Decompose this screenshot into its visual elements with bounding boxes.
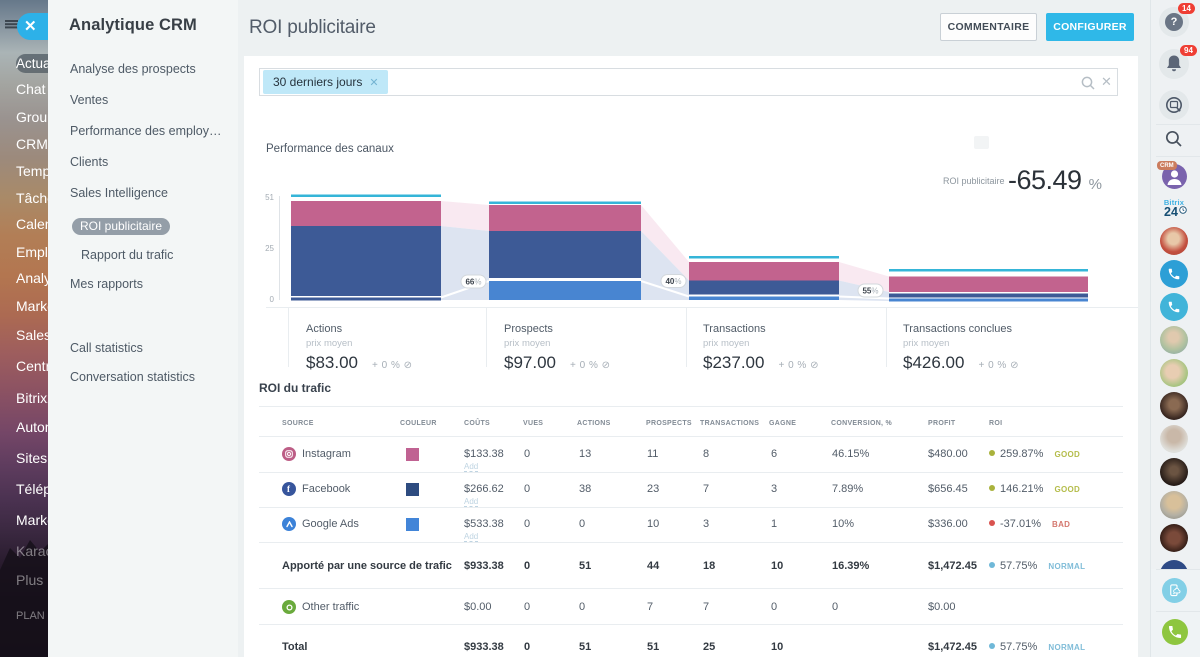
svg-text:55%: 55% [862,287,878,296]
svg-text:25: 25 [265,244,274,253]
svg-text:40%: 40% [665,277,681,286]
svg-text:51: 51 [265,193,274,202]
svg-text:66%: 66% [465,278,481,287]
svg-text:0: 0 [270,295,275,304]
